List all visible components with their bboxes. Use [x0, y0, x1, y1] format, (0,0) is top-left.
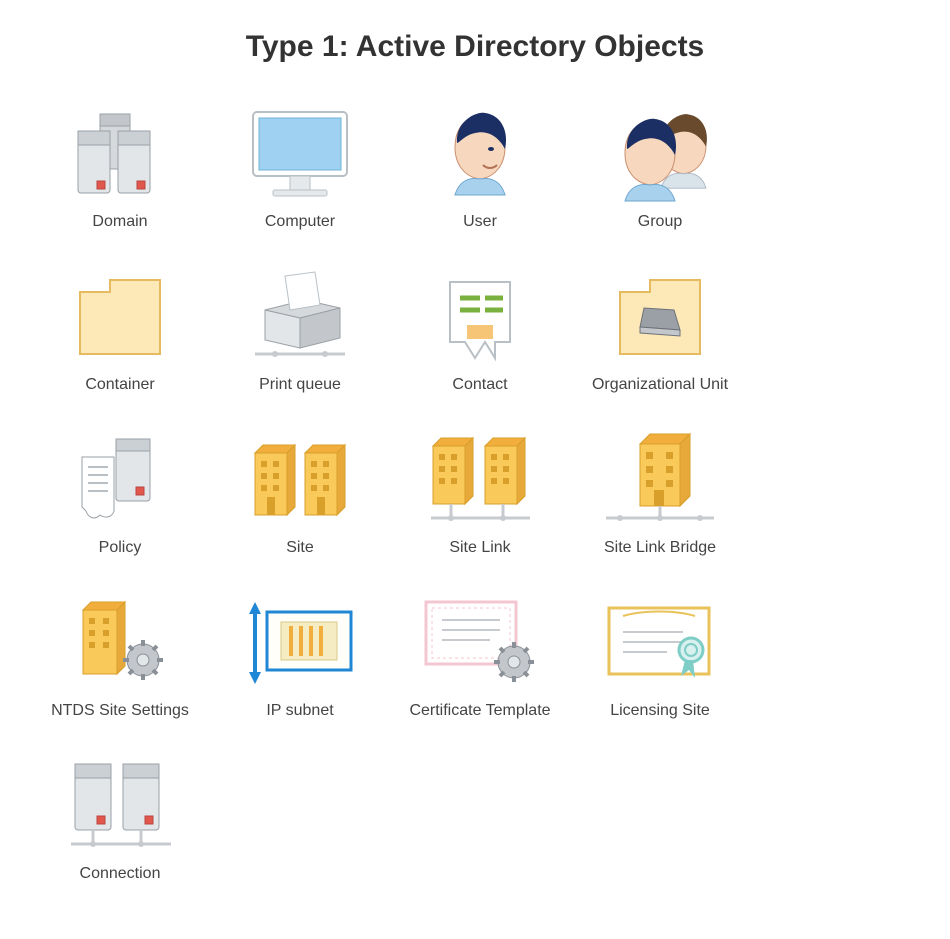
- item-label: Contact: [452, 375, 507, 395]
- item-label: Site Link Bridge: [604, 538, 716, 558]
- item-label: Policy: [99, 538, 142, 558]
- item-group: Group: [570, 104, 750, 232]
- item-connection: Connection: [30, 756, 210, 884]
- item-label: Organizational Unit: [592, 375, 728, 395]
- item-site-link: Site Link: [390, 430, 570, 558]
- item-label: Container: [85, 375, 154, 395]
- connection-icon: [60, 756, 180, 856]
- item-site-link-bridge: Site Link Bridge: [570, 430, 750, 558]
- item-user: User: [390, 104, 570, 232]
- container-icon: [60, 267, 180, 367]
- user-icon: [420, 104, 540, 204]
- item-label: IP subnet: [266, 701, 333, 721]
- ip-subnet-icon: [240, 593, 360, 693]
- item-policy: Policy: [30, 430, 210, 558]
- domain-icon: [60, 104, 180, 204]
- page-title: Type 1: Active Directory Objects: [30, 30, 920, 64]
- contact-icon: [420, 267, 540, 367]
- print-queue-icon: [240, 267, 360, 367]
- item-certificate-template: Certificate Template: [390, 593, 570, 721]
- item-label: Domain: [92, 212, 147, 232]
- item-label: User: [463, 212, 497, 232]
- group-icon: [600, 104, 720, 204]
- ntds-site-settings-icon: [60, 593, 180, 693]
- policy-icon: [60, 430, 180, 530]
- organizational-unit-icon: [600, 267, 720, 367]
- item-label: Group: [638, 212, 682, 232]
- item-ntds-site-settings: NTDS Site Settings: [30, 593, 210, 721]
- item-label: Connection: [80, 864, 161, 884]
- site-link-bridge-icon: [600, 430, 720, 530]
- item-contact: Contact: [390, 267, 570, 395]
- item-label: NTDS Site Settings: [51, 701, 189, 721]
- item-licensing-site: Licensing Site: [570, 593, 750, 721]
- item-label: Computer: [265, 212, 335, 232]
- item-label: Site Link: [449, 538, 510, 558]
- item-label: Print queue: [259, 375, 341, 395]
- item-label: Site: [286, 538, 314, 558]
- computer-icon: [240, 104, 360, 204]
- icon-grid: Domain Computer: [30, 104, 920, 919]
- item-label: Licensing Site: [610, 701, 710, 721]
- item-label: Certificate Template: [409, 701, 550, 721]
- site-icon: [240, 430, 360, 530]
- item-site: Site: [210, 430, 390, 558]
- item-container: Container: [30, 267, 210, 395]
- item-ip-subnet: IP subnet: [210, 593, 390, 721]
- site-link-icon: [420, 430, 540, 530]
- item-print-queue: Print queue: [210, 267, 390, 395]
- item-domain: Domain: [30, 104, 210, 232]
- item-computer: Computer: [210, 104, 390, 232]
- licensing-site-icon: [600, 593, 720, 693]
- item-organizational-unit: Organizational Unit: [570, 267, 750, 395]
- certificate-template-icon: [420, 593, 540, 693]
